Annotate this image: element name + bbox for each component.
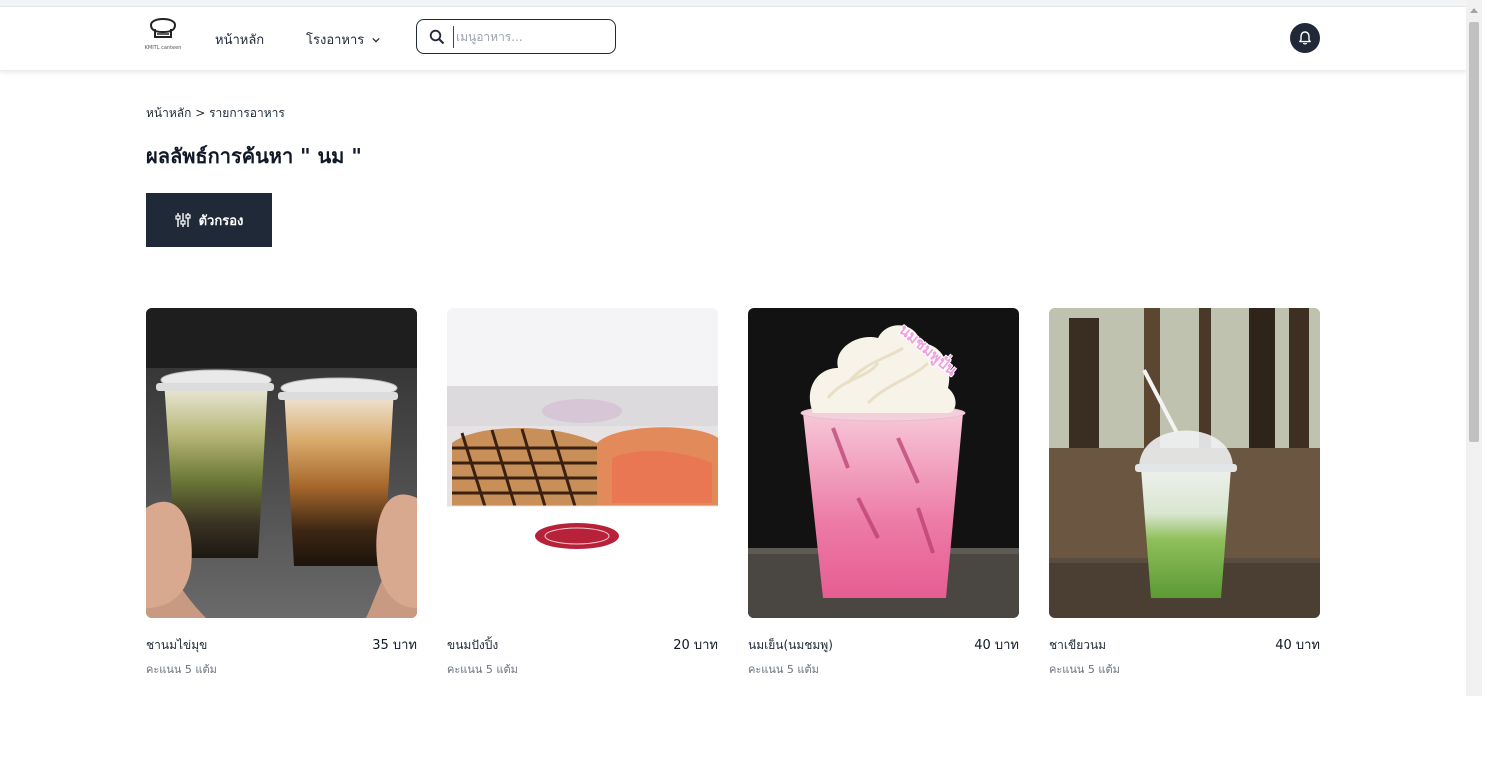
product-rating: คะแนน 5 แต้ม [1049,663,1120,676]
search-icon [429,29,445,45]
page-scrollbar[interactable] [1466,0,1482,696]
product-card[interactable]: ขนมปังปิ้ง 20 บาท คะแนน 5 แต้ม [447,308,718,676]
product-name: ชาเขียวนม [1049,638,1107,652]
filter-button[interactable]: ตัวกรอง [146,193,272,247]
product-name: นมเย็น(นมชมพู) [748,638,833,652]
navbar: KMITL canteen หน้าหลัก โรงอาหาร [0,7,1466,71]
product-card[interactable]: นมชมพูปั่น นมเย็น(นมชมพู) 40 บาท คะแนน 5… [748,308,1019,676]
nav-canteen-label: โรงอาหาร [306,33,365,48]
product-image[interactable] [1049,308,1320,618]
top-border [0,0,1466,7]
product-card[interactable]: ชาเขียวนม 40 บาท คะแนน 5 แต้ม [1049,308,1320,676]
product-image[interactable] [146,308,417,618]
product-rating: คะแนน 5 แต้ม [146,663,217,676]
search-box[interactable] [416,19,616,54]
filter-label: ตัวกรอง [198,213,244,229]
product-image[interactable] [447,308,718,618]
logo-text: KMITL canteen [144,45,182,51]
notification-button[interactable] [1290,23,1320,53]
logo[interactable]: KMITL canteen [143,15,183,63]
breadcrumb-current: รายการอาหาร [209,106,285,120]
breadcrumb: หน้าหลัก > รายการอาหาร [146,104,285,123]
nav-canteen-dropdown[interactable]: โรงอาหาร [306,29,380,50]
scrollbar-thumb[interactable] [1469,22,1479,442]
breadcrumb-separator: > [195,106,206,120]
page-title: ผลลัพธ์การค้นหา " นม " [146,144,362,168]
product-card[interactable]: ชานมไข่มุข 35 บาท คะแนน 5 แต้ม [146,308,417,676]
product-price: 40 บาท [974,638,1019,653]
product-price: 35 บาท [372,638,417,653]
product-name: ชานมไข่มุข [146,638,208,652]
scroll-up-arrow-icon[interactable] [1470,8,1478,13]
logo-icon [149,18,177,38]
filter-sliders-icon [175,213,191,227]
product-rating: คะแนน 5 แต้ม [748,663,819,676]
breadcrumb-home[interactable]: หน้าหลัก [146,106,191,120]
product-image[interactable]: นมชมพูปั่น [748,308,1019,618]
nav-home-link[interactable]: หน้าหลัก [215,29,264,50]
search-input[interactable] [453,26,606,48]
product-price: 20 บาท [673,638,718,653]
bell-icon [1299,31,1311,45]
product-name: ขนมปังปิ้ง [447,638,499,652]
product-price: 40 บาท [1275,638,1320,653]
product-rating: คะแนน 5 แต้ม [447,663,518,676]
chevron-down-icon [372,37,380,42]
